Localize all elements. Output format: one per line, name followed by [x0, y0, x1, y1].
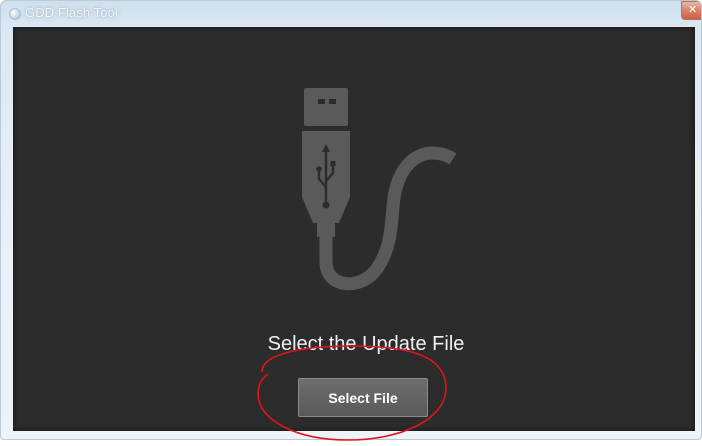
title-bar[interactable]: GDD Flash Tool ✕	[1, 1, 701, 27]
window-frame: GDD Flash Tool ✕ Select the Update File …	[0, 0, 702, 440]
usb-cable-icon	[302, 88, 457, 291]
window-title: GDD Flash Tool	[25, 5, 118, 20]
prompt-heading: Select the Update File	[267, 333, 465, 355]
app-icon	[9, 8, 21, 20]
close-icon: ✕	[688, 3, 698, 16]
select-file-button[interactable]: Select File	[298, 378, 428, 417]
main-panel: Select the Update File Select File	[13, 27, 695, 431]
close-button[interactable]: ✕	[681, 1, 701, 20]
app-window: GDD Flash Tool ✕ Select the Update File …	[0, 0, 702, 446]
